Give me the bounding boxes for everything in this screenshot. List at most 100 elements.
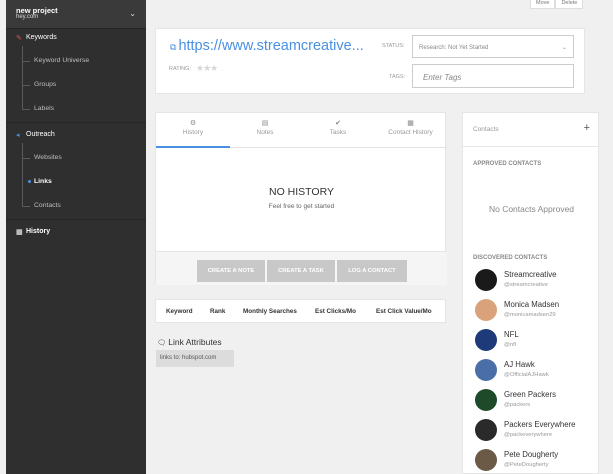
history-panel: ⚙ History ▤ Notes ✔ Tasks ▦ Contact Hist…	[155, 112, 447, 285]
contacts-panel: Contacts + APPROVED CONTACTS No Contacts…	[462, 112, 600, 474]
sidebar-item-websites[interactable]: Websites	[6, 147, 146, 169]
calendar-icon: ▦	[407, 120, 414, 127]
avatar	[475, 299, 497, 321]
sidebar-item-contacts[interactable]: Contacts	[6, 195, 146, 217]
avatar	[475, 329, 497, 351]
calendar-icon: ▦	[16, 229, 23, 236]
contact-handle: @monicamadsen29	[504, 312, 556, 318]
action-bar: CREATE A NOTE CREATE A TASK LOG A CONTAC…	[156, 251, 447, 285]
tab-label: Tasks	[329, 129, 347, 136]
sidebar-item-labels[interactable]: Labels	[6, 98, 146, 120]
check-icon: ✔	[335, 120, 341, 127]
rating-label: RATING:	[169, 66, 191, 72]
column-header-est-clicks[interactable]: Est Clicks/Mo	[315, 308, 356, 315]
sidebar: new project hey.com ⌄ ✎ Keywords Keyword…	[6, 0, 146, 474]
project-domain: hey.com	[16, 14, 39, 20]
rating-stars[interactable]: ★★★	[196, 63, 218, 74]
link-url-text: https://www.streamcreative...	[178, 38, 364, 54]
contact-item[interactable]: AJ Hawk @OfficialAJHawk	[473, 359, 598, 385]
star-icon[interactable]: ★	[210, 63, 218, 73]
column-header-keyword[interactable]: Keyword	[166, 308, 193, 315]
link-header: ⧉ https://www.streamcreative... RATING: ★…	[155, 28, 585, 94]
avatar	[475, 419, 497, 441]
column-header-rank[interactable]: Rank	[210, 308, 225, 315]
no-approved-message: No Contacts Approved	[488, 204, 575, 214]
contact-item[interactable]: Monica Madsen @monicamadsen29	[473, 299, 598, 325]
contacts-header: Contacts +	[463, 113, 600, 147]
contact-item[interactable]: Packers Everywhere @packeverywhere	[473, 419, 598, 445]
chevron-down-icon[interactable]: ⌄	[129, 9, 136, 18]
add-contact-icon[interactable]: +	[584, 122, 590, 134]
sidebar-divider	[6, 219, 146, 220]
tags-input[interactable]: Enter Tags	[412, 64, 574, 88]
empty-state-subtitle: Feel free to get started	[268, 203, 335, 210]
sidebar-item-label: Websites	[34, 154, 62, 161]
sidebar-item-label: Groups	[34, 81, 57, 88]
sidebar-section-label: Keywords	[26, 34, 57, 41]
move-button[interactable]: Move	[530, 0, 556, 9]
contact-name: AJ Hawk	[504, 360, 535, 369]
sidebar-divider	[6, 122, 146, 123]
contact-handle: @streamcreative	[504, 282, 548, 288]
link-attributes-label: Link Attributes	[168, 337, 222, 347]
contact-name: Monica Madsen	[504, 300, 560, 309]
contact-name: Streamcreative	[504, 270, 557, 279]
avatar	[475, 359, 497, 381]
status-label: STATUS:	[382, 43, 405, 49]
link-attributes-title: 🗨 Link Attributes	[157, 337, 222, 347]
tab-label: Contact History	[388, 129, 433, 136]
tags-label: TAGS:	[389, 74, 406, 80]
sidebar-item-label: Links	[34, 178, 52, 185]
avatar	[475, 269, 497, 291]
contact-handle: @OfficialAJHawk	[504, 372, 549, 378]
megaphone-icon: ◂	[16, 132, 20, 139]
status-select[interactable]: Research: Not Yet Started ⌄	[412, 35, 574, 58]
link-url[interactable]: ⧉ https://www.streamcreative...	[170, 38, 364, 54]
chevron-down-icon: ⌄	[561, 45, 567, 51]
create-task-button[interactable]: CREATE A TASK	[267, 260, 335, 282]
tab-history[interactable]: ⚙ History	[156, 113, 230, 148]
sidebar-item-label: Labels	[34, 105, 55, 112]
empty-state-title: NO HISTORY	[269, 186, 334, 198]
keywords-icon: ✎	[16, 35, 22, 42]
contact-name: Green Packers	[504, 390, 557, 399]
tab-notes[interactable]: ▤ Notes	[228, 113, 302, 148]
column-header-est-click-value[interactable]: Est Click Value/Mo	[376, 308, 432, 315]
avatar	[475, 389, 497, 411]
tab-label: History	[182, 129, 204, 136]
create-note-button[interactable]: CREATE A NOTE	[197, 260, 265, 282]
log-contact-button[interactable]: LOG A CONTACT	[337, 260, 407, 282]
gear-icon: ⚙	[189, 120, 197, 127]
sidebar-item-label: Keyword Universe	[34, 57, 90, 64]
contacts-title: Contacts	[473, 126, 499, 133]
approved-contacts-title: APPROVED CONTACTS	[473, 161, 542, 167]
contact-handle: @nfl	[504, 342, 517, 348]
link-attribute-chip[interactable]: links to: hubspot.com	[156, 350, 234, 367]
contact-item[interactable]: Streamcreative @streamcreative	[473, 269, 598, 295]
contact-handle: @packeverywhere	[504, 432, 553, 438]
sidebar-item-keyword-universe[interactable]: Keyword Universe	[6, 50, 146, 72]
column-header-monthly-searches[interactable]: Monthly Searches	[243, 308, 297, 315]
contact-name: NFL	[504, 330, 519, 339]
external-link-icon: ⧉	[170, 42, 177, 52]
contact-name: Packers Everywhere	[504, 420, 576, 429]
contact-item[interactable]: Green Packers @packers	[473, 389, 598, 415]
keyword-table-header: Keyword Rank Monthly Searches Est Clicks…	[155, 299, 446, 323]
sidebar-item-label: Contacts	[34, 202, 61, 209]
delete-button[interactable]: Delete	[555, 0, 584, 9]
sidebar-item-links[interactable]: Links	[6, 171, 146, 193]
contact-handle: @PeteDougherty	[504, 462, 549, 468]
tab-bar: ⚙ History ▤ Notes ✔ Tasks ▦ Contact Hist…	[156, 113, 447, 148]
contact-item[interactable]: NFL @nfl	[473, 329, 598, 355]
contact-item[interactable]: Pete Dougherty @PeteDougherty	[473, 449, 598, 474]
sidebar-item-groups[interactable]: Groups	[6, 74, 146, 96]
chat-icon: 🗨	[157, 340, 166, 347]
sidebar-section-label: Outreach	[26, 131, 55, 138]
document-icon: ▤	[261, 120, 269, 127]
avatar	[475, 449, 497, 471]
tab-tasks[interactable]: ✔ Tasks	[302, 113, 374, 148]
sidebar-section-label: History	[26, 228, 51, 235]
project-switcher[interactable]: new project hey.com ⌄	[6, 0, 146, 29]
status-value: Research: Not Yet Started	[419, 45, 489, 51]
tab-contact-history[interactable]: ▦ Contact History	[374, 113, 447, 148]
